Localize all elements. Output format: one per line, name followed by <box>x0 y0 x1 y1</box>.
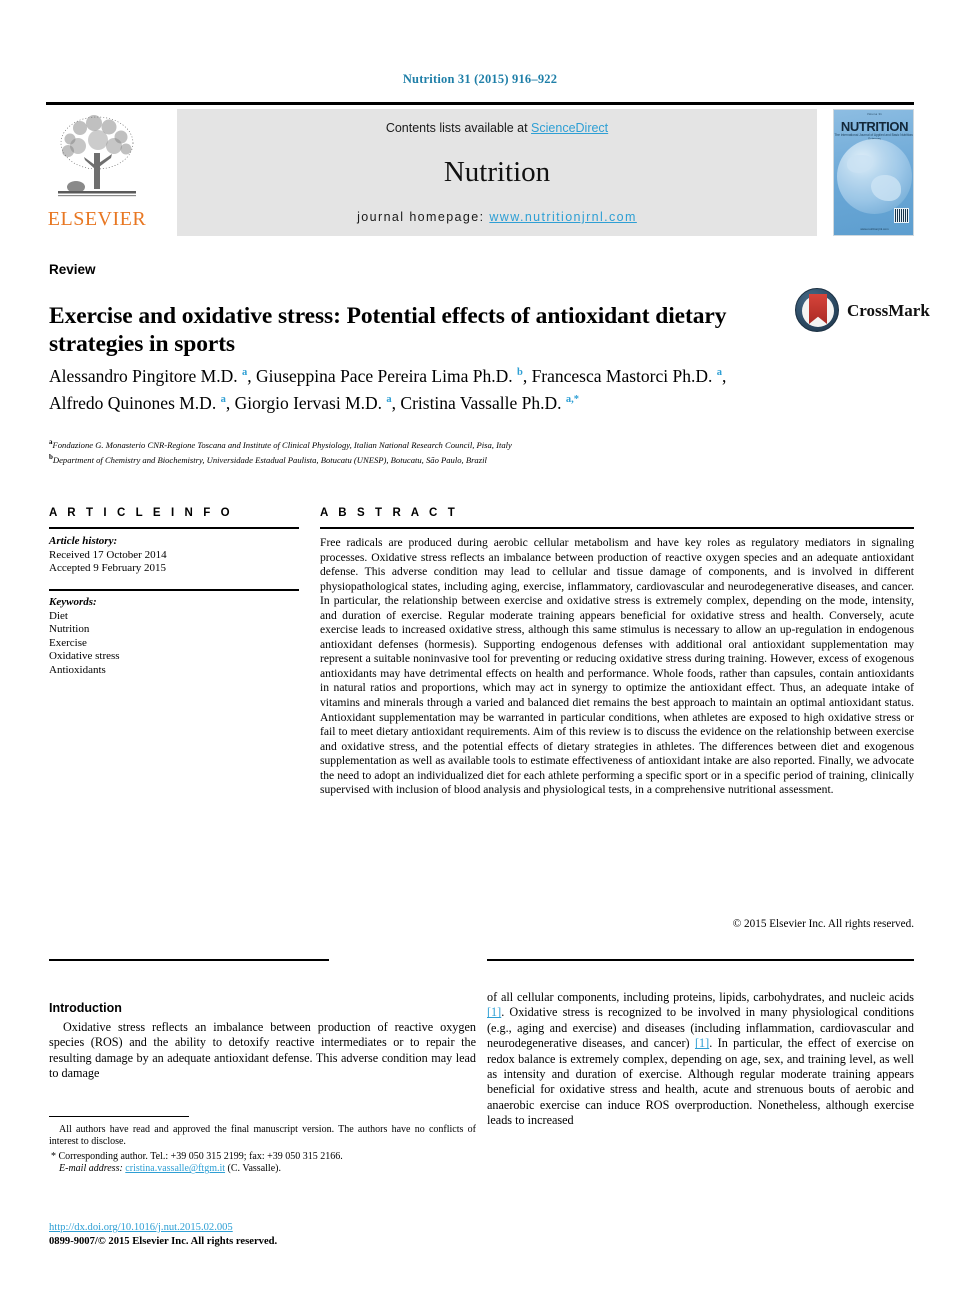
body-rule-right <box>487 959 914 961</box>
article-history-item: Accepted 9 February 2015 <box>49 562 166 574</box>
footnote-disclosure: All authors have read and approved the f… <box>49 1124 476 1148</box>
cover-footer: www.nutritionjrnl.com <box>860 227 889 231</box>
page-title: Exercise and oxidative stress: Potential… <box>49 302 727 357</box>
elsevier-wordmark: ELSEVIER <box>47 208 147 230</box>
cover-journal-title: NUTRITION <box>840 119 909 134</box>
author-name: Alfredo Quinones M.D. <box>49 393 221 414</box>
author-name: Francesca Mastorci Ph.D. <box>531 365 717 386</box>
keywords-block: Keywords: Diet Nutrition Exercise Oxidative… <box>49 596 299 677</box>
footnote-corresponding: * Corresponding author. Tel.: +39 050 31… <box>49 1151 476 1176</box>
sciencedirect-link[interactable]: ScienceDirect <box>531 121 608 135</box>
author-name: Alessandro Pingitore M.D. <box>49 365 242 386</box>
reference-link-2[interactable]: [1] <box>695 1036 709 1050</box>
keyword-item: Diet <box>49 609 68 622</box>
author-affiliation-mark: a <box>386 394 392 406</box>
abstract-rule-top <box>320 527 914 529</box>
masthead-top-rule <box>46 102 914 105</box>
keyword-item: Exercise <box>49 636 87 649</box>
doi-link[interactable]: http://dx.doi.org/10.1016/j.nut.2015.02.… <box>49 1222 233 1233</box>
issn-copyright-line: 0899-9007/© 2015 Elsevier Inc. All right… <box>49 1235 278 1247</box>
crossmark-badge[interactable]: CrossMark <box>795 288 930 338</box>
journal-article-page: Nutrition 31 (2015) 916–922 ELSEVIER Con… <box>0 0 960 1290</box>
journal-title: Nutrition <box>443 156 551 188</box>
introduction-column-right: of all cellular components, including pr… <box>487 990 914 1129</box>
author-affiliation-mark: a <box>220 394 226 406</box>
keyword-item: Nutrition <box>49 623 90 635</box>
email-owner: (C. Vassalle). <box>227 1163 281 1175</box>
article-info-heading: A R T I C L E I N F O <box>49 507 234 519</box>
affiliation-mark: a <box>49 438 53 446</box>
journal-homepage-link[interactable]: www.nutritionjrnl.com <box>489 210 637 224</box>
article-history-items: Received 17 October 2014 Accepted 9 Febru… <box>49 549 299 576</box>
email-label: E-mail address: <box>59 1163 123 1175</box>
corresponding-marker: * <box>51 1150 56 1162</box>
affiliation-mark: b <box>49 453 53 462</box>
article-history: Article history: Received 17 October 201… <box>49 535 299 576</box>
contents-available-line: Contents lists available at ScienceDirec… <box>177 121 817 135</box>
footnote-block: All authors have read and approved the f… <box>49 1124 476 1176</box>
article-type-label: Review <box>49 262 96 277</box>
footnote-rule <box>49 1116 189 1117</box>
journal-cover-thumbnail[interactable]: Volume 31 NUTRITION The International Jo… <box>833 109 914 236</box>
author-name: Cristina Vassalle Ph.D. <box>400 393 566 414</box>
author-affiliation-mark: a,* <box>565 394 579 406</box>
introduction-column-left: Oxidative stress reflects an imbalance b… <box>49 1020 476 1081</box>
article-info-rule-top <box>49 527 299 529</box>
keywords-label: Keywords: <box>49 596 97 608</box>
elsevier-logo: ELSEVIER <box>46 109 148 236</box>
article-history-item: Received 17 October 2014 <box>49 548 167 561</box>
affiliation-item: bDepartment of Chemistry and Biochemistr… <box>49 453 487 465</box>
crossmark-icon <box>795 288 839 332</box>
body-rule-left <box>49 959 329 961</box>
barcode-icon <box>894 208 909 223</box>
author-name: Giuseppina Pace Pereira Lima Ph.D. <box>255 365 517 386</box>
doi-block: http://dx.doi.org/10.1016/j.nut.2015.02.… <box>49 1221 476 1248</box>
contents-prefix: Contents lists available at <box>385 121 532 135</box>
journal-band: Contents lists available at ScienceDirec… <box>177 109 817 236</box>
article-info-rule-mid <box>49 589 299 591</box>
reference-link-1[interactable]: [1] <box>487 1005 501 1019</box>
author-list: Alessandro Pingitore M.D. a, Giuseppina … <box>49 365 727 414</box>
crossmark-label: CrossMark <box>847 301 930 320</box>
elsevier-tree-icon <box>54 113 140 205</box>
cover-issue-line: Volume 31 <box>867 113 882 116</box>
abstract-text: Free radicals are produced during aerobi… <box>320 536 914 797</box>
keyword-item: Oxidative stress <box>49 650 120 662</box>
affiliation-item: aFondazione G. Monasterio CNR-Regione To… <box>49 438 512 450</box>
journal-masthead: ELSEVIER Contents lists available at Sci… <box>46 102 914 236</box>
author-affiliation-mark: a <box>241 367 248 378</box>
email-link[interactable]: cristina.vassalle@ftgm.it <box>125 1163 225 1174</box>
running-head: Nutrition 31 (2015) 916–922 <box>402 72 558 86</box>
cover-artwork: Volume 31 NUTRITION The International Jo… <box>834 110 913 235</box>
globe-icon <box>837 139 912 214</box>
intro-right-part-1: of all cellular components, including pr… <box>487 990 914 1004</box>
homepage-prefix: journal homepage: <box>357 210 485 224</box>
keyword-item: Antioxidants <box>49 663 106 676</box>
article-history-label: Article history: <box>49 535 118 547</box>
author-affiliation-mark: b <box>516 367 523 378</box>
corresponding-text: Corresponding author. Tel.: +39 050 315 … <box>58 1150 343 1162</box>
journal-homepage-line: journal homepage: www.nutritionjrnl.com <box>177 210 817 224</box>
affiliation-list: aFondazione G. Monasterio CNR-Regione To… <box>49 436 809 466</box>
author-name: Giorgio Iervasi M.D. <box>234 393 387 414</box>
abstract-copyright: © 2015 Elsevier Inc. All rights reserved… <box>732 918 914 930</box>
abstract-heading: A B S T R A C T <box>320 507 459 519</box>
author-affiliation-mark: a <box>716 367 722 378</box>
section-heading-introduction: Introduction <box>49 1001 122 1016</box>
keywords-items: Diet Nutrition Exercise Oxidative stress Ant… <box>49 610 299 678</box>
